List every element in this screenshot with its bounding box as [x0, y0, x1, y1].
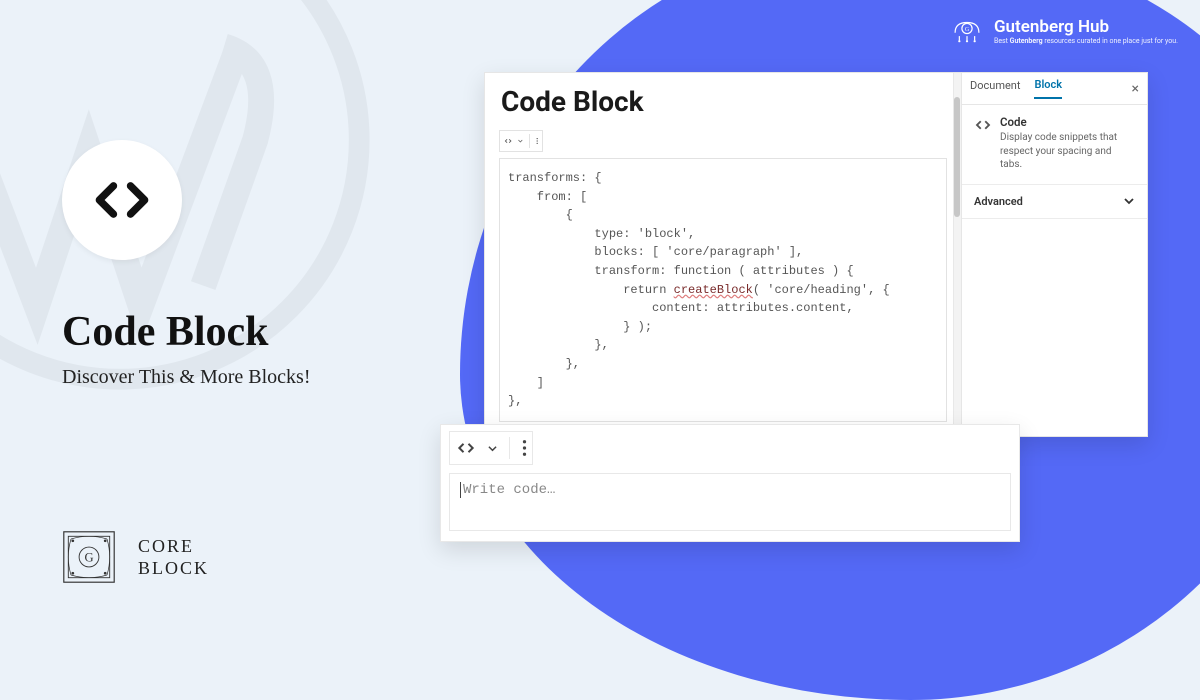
- close-icon[interactable]: ×: [1132, 81, 1139, 97]
- more-icon[interactable]: [536, 135, 538, 147]
- code-icon: [88, 166, 156, 234]
- block-toolbar[interactable]: [499, 130, 543, 152]
- code-icon: [504, 134, 512, 148]
- footer-label-1: CORE: [138, 535, 209, 558]
- text-caret: [460, 482, 461, 498]
- chevron-down-icon: [1123, 195, 1135, 207]
- code-icon: [456, 438, 476, 458]
- code-input[interactable]: Write code…: [449, 473, 1011, 531]
- brand-logo: G Gutenberg Hub Best Gutenberg resources…: [950, 14, 1178, 48]
- block-icon-badge: [62, 140, 182, 260]
- chevron-down-icon: [488, 444, 497, 453]
- gutenberg-hub-icon: G: [950, 14, 984, 48]
- gutenberg-stamp-icon: G: [62, 530, 116, 584]
- empty-code-block: Write code…: [440, 424, 1020, 542]
- svg-text:G: G: [84, 551, 93, 565]
- placeholder-text: Write code…: [463, 482, 555, 498]
- page-subtitle: Discover This & More Blocks!: [62, 366, 311, 389]
- page-title: Code Block: [62, 308, 311, 356]
- code-content[interactable]: transforms: { from: [ { type: 'block', b…: [499, 158, 947, 422]
- accordion-advanced[interactable]: Advanced: [962, 185, 1147, 219]
- scrollbar-thumb[interactable]: [954, 97, 960, 217]
- core-block-badge: G CORE BLOCK: [62, 530, 209, 584]
- sidebar-block-name: Code: [1000, 115, 1135, 129]
- svg-text:G: G: [965, 27, 970, 33]
- brand-name: Gutenberg Hub: [994, 17, 1178, 37]
- editor-panel: Code Block transforms: { from: [ { type:…: [484, 72, 1148, 437]
- block-description: Code Display code snippets that respect …: [962, 105, 1147, 185]
- sidebar-block-desc: Display code snippets that respect your …: [1000, 131, 1135, 172]
- chevron-down-icon: [518, 137, 523, 145]
- more-icon[interactable]: [522, 439, 527, 457]
- editor-heading: Code Block: [501, 85, 947, 118]
- code-icon: [974, 116, 992, 134]
- brand-tagline: Best Gutenberg resources curated in one …: [994, 37, 1178, 45]
- footer-label-2: BLOCK: [138, 557, 209, 580]
- scrollbar-track[interactable]: [953, 73, 961, 436]
- tab-document[interactable]: Document: [970, 79, 1020, 98]
- block-toolbar[interactable]: [449, 431, 533, 465]
- tab-block[interactable]: Block: [1034, 78, 1062, 99]
